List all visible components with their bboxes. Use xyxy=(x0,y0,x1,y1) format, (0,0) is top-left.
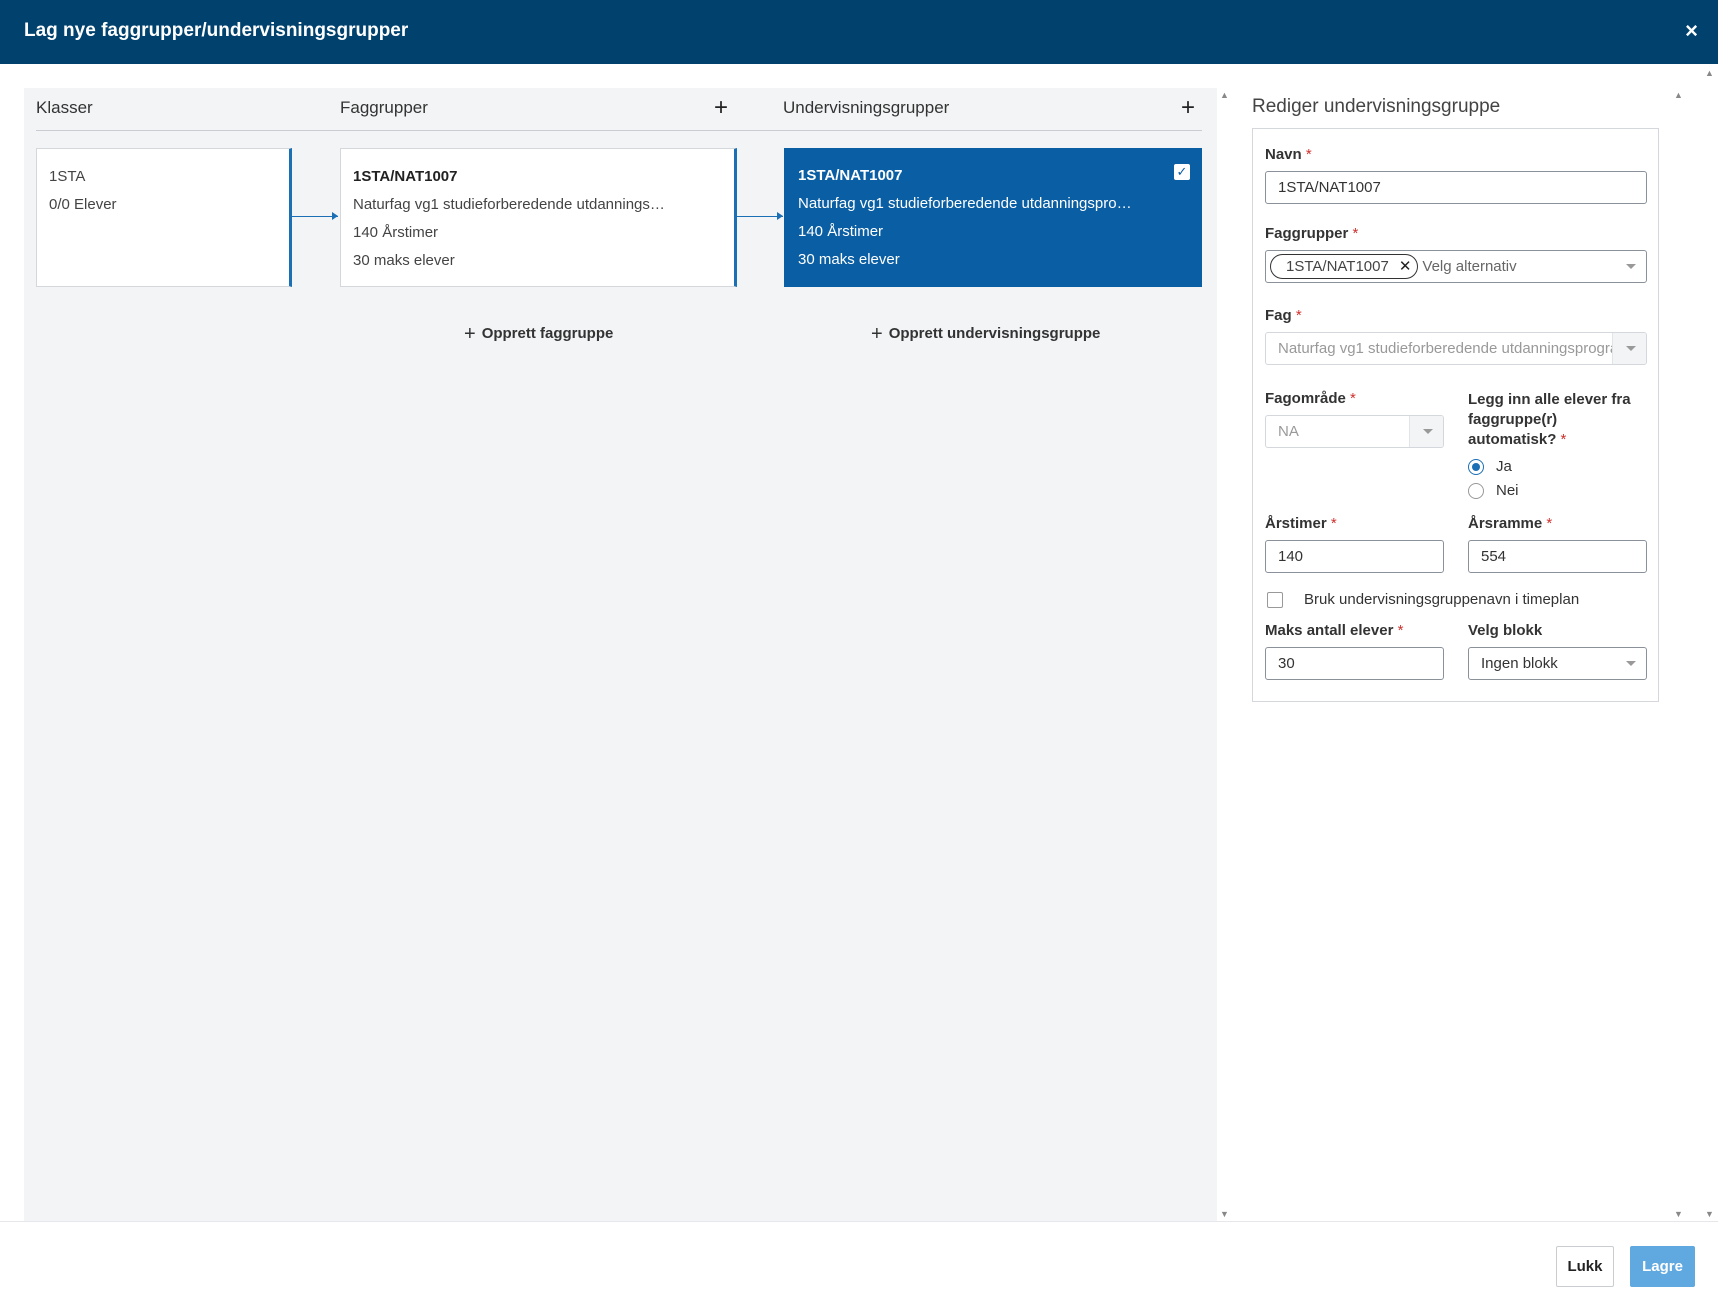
scroll-up-icon[interactable]: ▲ xyxy=(1220,90,1229,100)
dialog-header: Lag nye faggrupper/undervisningsgrupper … xyxy=(0,0,1718,64)
header-divider xyxy=(36,130,1202,131)
create-faggruppe-button[interactable]: + Opprett faggruppe xyxy=(464,323,613,346)
fag-label: Fag * xyxy=(1265,307,1302,324)
arsramme-label: Årsramme * xyxy=(1468,515,1553,532)
board-scrollbar[interactable]: ▲ ▼ xyxy=(1217,88,1231,1221)
panel-scrollbar[interactable]: ▲ ▼ xyxy=(1671,88,1685,1221)
add-faggruppe-icon[interactable]: + xyxy=(714,96,728,120)
bruk-navn-checkbox[interactable] xyxy=(1267,592,1283,608)
column-header-undervisningsgrupper: Undervisningsgrupper xyxy=(783,98,950,117)
fag-caret-box xyxy=(1612,333,1646,364)
edit-form: Navn * 1STA/NAT1007 Faggrupper * 1STA/NA… xyxy=(1252,128,1659,702)
radio-ja-label: Ja xyxy=(1496,458,1512,475)
selected-checkbox-icon[interactable]: ✓ xyxy=(1174,164,1190,180)
connector-arrow-icon xyxy=(777,212,783,220)
radio-nei[interactable] xyxy=(1468,483,1484,499)
faggruppe-desc: Naturfag vg1 studieforberedende utdannin… xyxy=(353,196,673,213)
fagomrade-caret-box xyxy=(1409,416,1443,447)
fagomrade-select: NA xyxy=(1265,415,1444,448)
close-icon[interactable]: × xyxy=(1685,18,1698,44)
group-board: Klasser Faggrupper + Undervisningsgruppe… xyxy=(24,88,1217,1221)
scroll-down-icon[interactable]: ▼ xyxy=(1220,1209,1229,1219)
klasse-elever: 0/0 Elever xyxy=(49,196,117,213)
scroll-up-icon[interactable]: ▲ xyxy=(1705,68,1714,78)
faggruppe-hours: 140 Årstimer xyxy=(353,224,439,241)
edit-panel: Rediger undervisningsgruppe Navn * 1STA/… xyxy=(1231,88,1671,1221)
dialog-title: Lag nye faggrupper/undervisningsgrupper xyxy=(24,20,409,41)
chevron-down-icon[interactable] xyxy=(1626,661,1636,666)
arstimer-input[interactable]: 140 xyxy=(1265,540,1444,573)
arsramme-input[interactable]: 554 xyxy=(1468,540,1647,573)
chevron-down-icon[interactable] xyxy=(1626,264,1636,269)
plus-icon: + xyxy=(871,323,883,345)
dialog-scrollbar[interactable]: ▲ ▼ xyxy=(1702,64,1716,1221)
create-undervisningsgruppe-label: Opprett undervisningsgruppe xyxy=(888,325,1101,342)
auto-elever-label: Legg inn alle elever fra faggruppe(r) au… xyxy=(1468,391,1631,448)
arstimer-label: Årstimer * xyxy=(1265,515,1337,532)
blokk-select[interactable]: Ingen blokk xyxy=(1468,647,1647,680)
klasse-card[interactable]: 1STA 0/0 Elever xyxy=(36,148,292,287)
maks-elever-input[interactable]: 30 xyxy=(1265,647,1444,680)
close-button[interactable]: Lukk xyxy=(1556,1246,1614,1287)
faggrupper-select[interactable]: 1STA/NAT1007 ✕ Velg alternativ xyxy=(1265,250,1647,283)
chevron-down-icon xyxy=(1423,429,1433,434)
bruk-navn-label: Bruk undervisningsgruppenavn i timeplan xyxy=(1304,591,1580,608)
connector-arrow-icon xyxy=(332,212,338,220)
footer-divider xyxy=(0,1221,1718,1222)
chevron-down-icon xyxy=(1626,346,1636,351)
faggruppe-code: 1STA/NAT1007 xyxy=(353,168,458,185)
add-undervisningsgruppe-icon[interactable]: + xyxy=(1181,96,1195,120)
column-header-klasser: Klasser xyxy=(36,98,93,117)
navn-label: Navn * xyxy=(1265,146,1312,163)
klasse-name: 1STA xyxy=(49,168,86,185)
fag-select: Naturfag vg1 studieforberedende utdannin… xyxy=(1265,332,1647,365)
maks-elever-label: Maks antall elever * xyxy=(1265,622,1404,639)
create-undervisningsgruppe-button[interactable]: + Opprett undervisningsgruppe xyxy=(871,323,1100,346)
scroll-up-icon[interactable]: ▲ xyxy=(1674,90,1683,100)
undervisningsgruppe-hours: 140 Årstimer xyxy=(798,223,884,240)
undervisningsgruppe-max: 30 maks elever xyxy=(798,251,900,268)
save-button[interactable]: Lagre xyxy=(1630,1246,1695,1287)
faggrupper-placeholder: Velg alternativ xyxy=(1422,258,1517,275)
radio-nei-label: Nei xyxy=(1496,482,1519,499)
undervisningsgruppe-card[interactable]: 1STA/NAT1007 Naturfag vg1 studieforbered… xyxy=(784,148,1202,287)
column-header-faggrupper: Faggrupper xyxy=(340,98,428,117)
create-faggruppe-label: Opprett faggruppe xyxy=(481,325,614,342)
faggrupper-label: Faggrupper * xyxy=(1265,225,1359,242)
radio-ja[interactable] xyxy=(1468,459,1484,475)
scroll-down-icon[interactable]: ▼ xyxy=(1674,1209,1683,1219)
faggruppe-chip[interactable]: 1STA/NAT1007 ✕ xyxy=(1270,254,1419,279)
undervisningsgruppe-desc: Naturfag vg1 studieforberedende utdannin… xyxy=(798,195,1134,212)
plus-icon: + xyxy=(464,323,476,345)
edit-panel-title: Rediger undervisningsgruppe xyxy=(1252,96,1501,117)
faggruppe-card[interactable]: 1STA/NAT1007 Naturfag vg1 studieforbered… xyxy=(340,148,737,287)
fagomrade-label: Fagområde * xyxy=(1265,390,1356,407)
scroll-down-icon[interactable]: ▼ xyxy=(1705,1209,1714,1219)
blokk-label: Velg blokk xyxy=(1468,622,1543,639)
navn-input[interactable]: 1STA/NAT1007 xyxy=(1265,171,1647,204)
faggruppe-max: 30 maks elever xyxy=(353,252,455,269)
remove-chip-icon[interactable]: ✕ xyxy=(1399,258,1412,275)
undervisningsgruppe-code: 1STA/NAT1007 xyxy=(798,167,903,184)
